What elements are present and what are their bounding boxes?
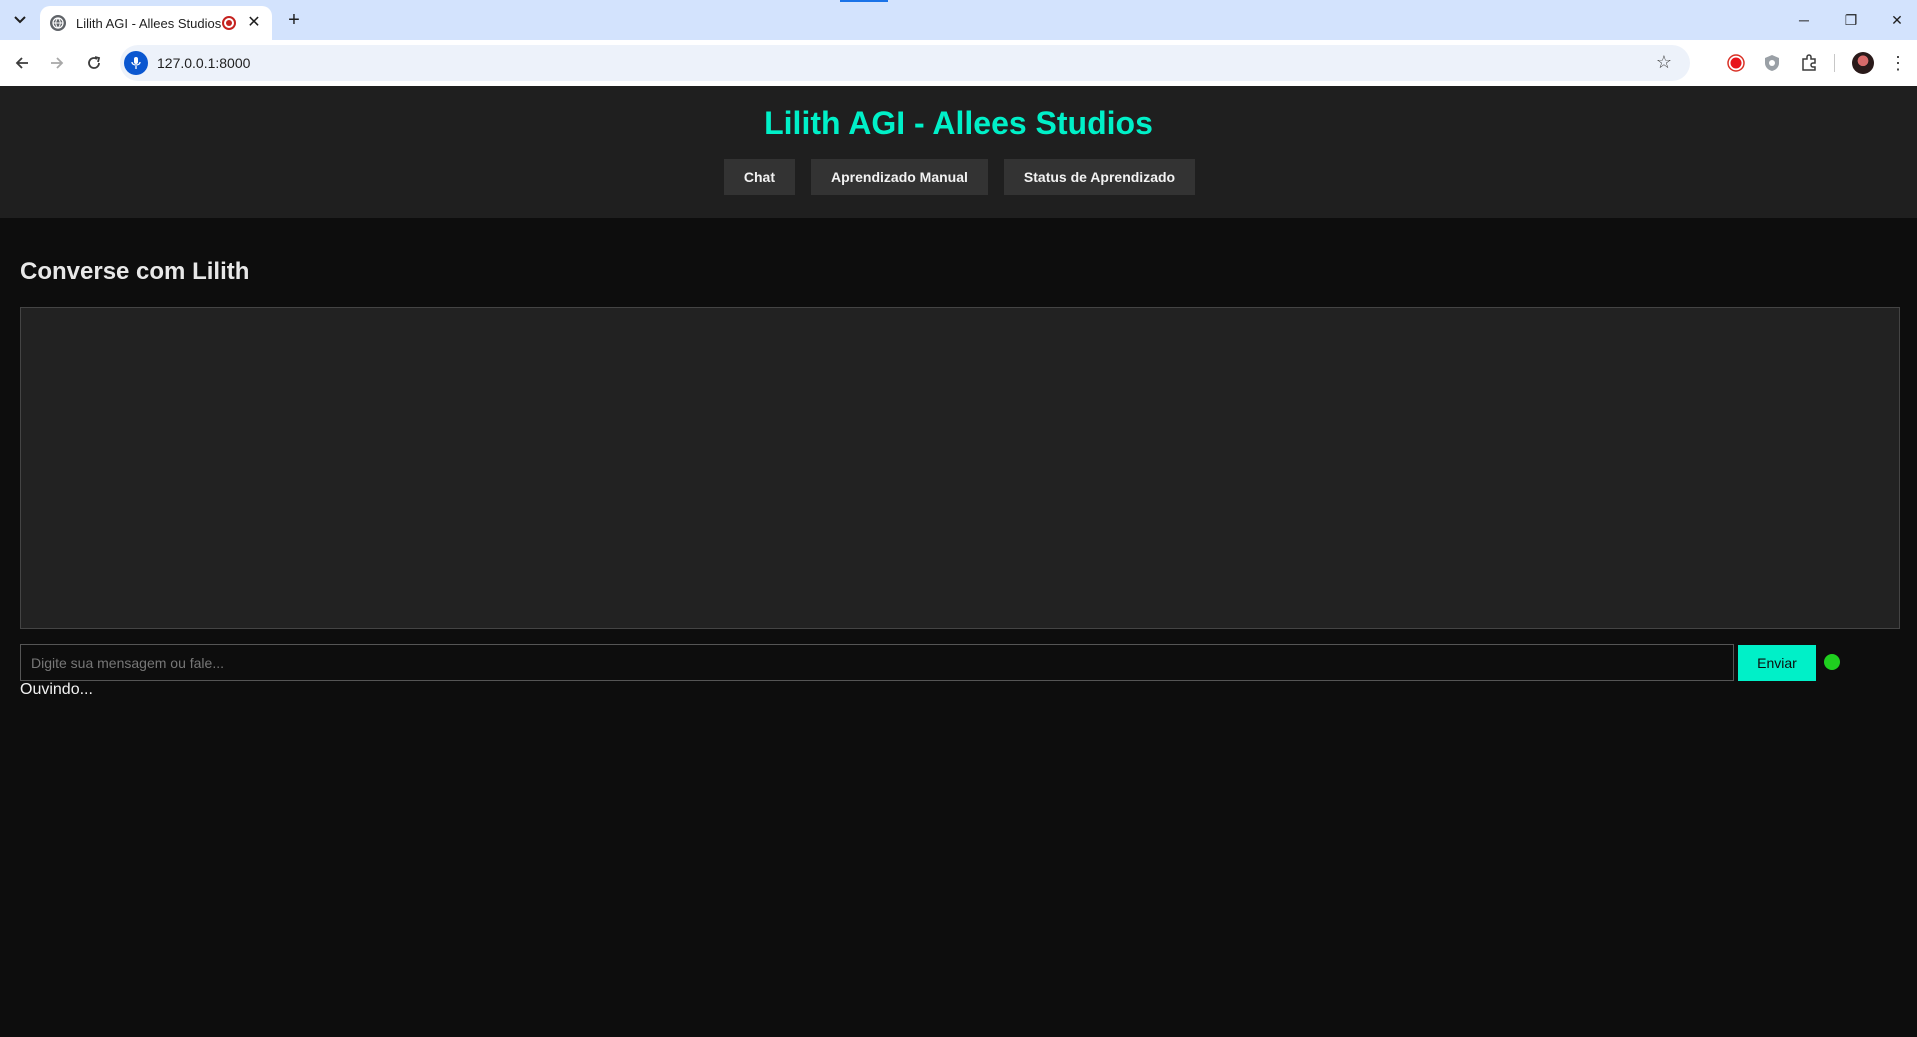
- tab-search-icon[interactable]: [8, 9, 32, 31]
- back-icon[interactable]: [10, 51, 34, 75]
- nav-chat-button[interactable]: Chat: [723, 159, 796, 195]
- tab-strip-indicator: [840, 0, 888, 2]
- forward-icon[interactable]: [45, 51, 69, 75]
- message-input[interactable]: [20, 644, 1734, 681]
- globe-icon: [50, 15, 66, 31]
- browser-tab[interactable]: Lilith AGI - Allees Studios ✕: [40, 6, 272, 40]
- browser-toolbar: 127.0.0.1:8000 ☆ ⋮: [0, 40, 1917, 86]
- browser-tab-bar: Lilith AGI - Allees Studios ✕ + ─ ❐ ✕: [0, 0, 1917, 40]
- nav-learning-status-button[interactable]: Status de Aprendizado: [1003, 159, 1196, 195]
- profile-avatar[interactable]: [1852, 52, 1874, 74]
- mic-icon[interactable]: [124, 51, 148, 75]
- tab-close-icon[interactable]: ✕: [246, 15, 262, 31]
- minimize-icon[interactable]: ─: [1790, 8, 1818, 32]
- star-icon[interactable]: ☆: [1656, 52, 1672, 73]
- toolbar-divider: [1834, 54, 1835, 72]
- address-bar[interactable]: 127.0.0.1:8000 ☆: [120, 45, 1690, 81]
- section-title: Converse com Lilith: [20, 258, 250, 285]
- shield-extension-icon[interactable]: [1761, 52, 1783, 74]
- app-header: Lilith AGI - Allees Studios Chat Aprendi…: [0, 86, 1917, 218]
- nav-manual-learning-button[interactable]: Aprendizado Manual: [811, 159, 988, 195]
- window-close-icon[interactable]: ✕: [1883, 8, 1911, 32]
- listening-status-text: Ouvindo...: [20, 681, 93, 698]
- listening-indicator: [1824, 654, 1840, 670]
- page-title: Lilith AGI - Allees Studios: [764, 105, 1153, 141]
- restore-icon[interactable]: ❐: [1837, 8, 1865, 32]
- recording-extension-icon[interactable]: [1725, 52, 1747, 74]
- reload-icon[interactable]: [82, 51, 106, 75]
- new-tab-button[interactable]: +: [282, 8, 306, 32]
- record-icon: [222, 16, 236, 30]
- main-nav: Chat Aprendizado Manual Status de Aprend…: [0, 159, 1917, 195]
- more-menu-icon[interactable]: ⋮: [1888, 52, 1908, 74]
- send-button[interactable]: Enviar: [1738, 645, 1816, 681]
- tab-title: Lilith AGI - Allees Studios: [76, 15, 222, 31]
- chat-messages-area[interactable]: [20, 307, 1900, 629]
- url-text[interactable]: 127.0.0.1:8000: [157, 55, 250, 71]
- puzzle-extensions-icon[interactable]: [1798, 52, 1820, 74]
